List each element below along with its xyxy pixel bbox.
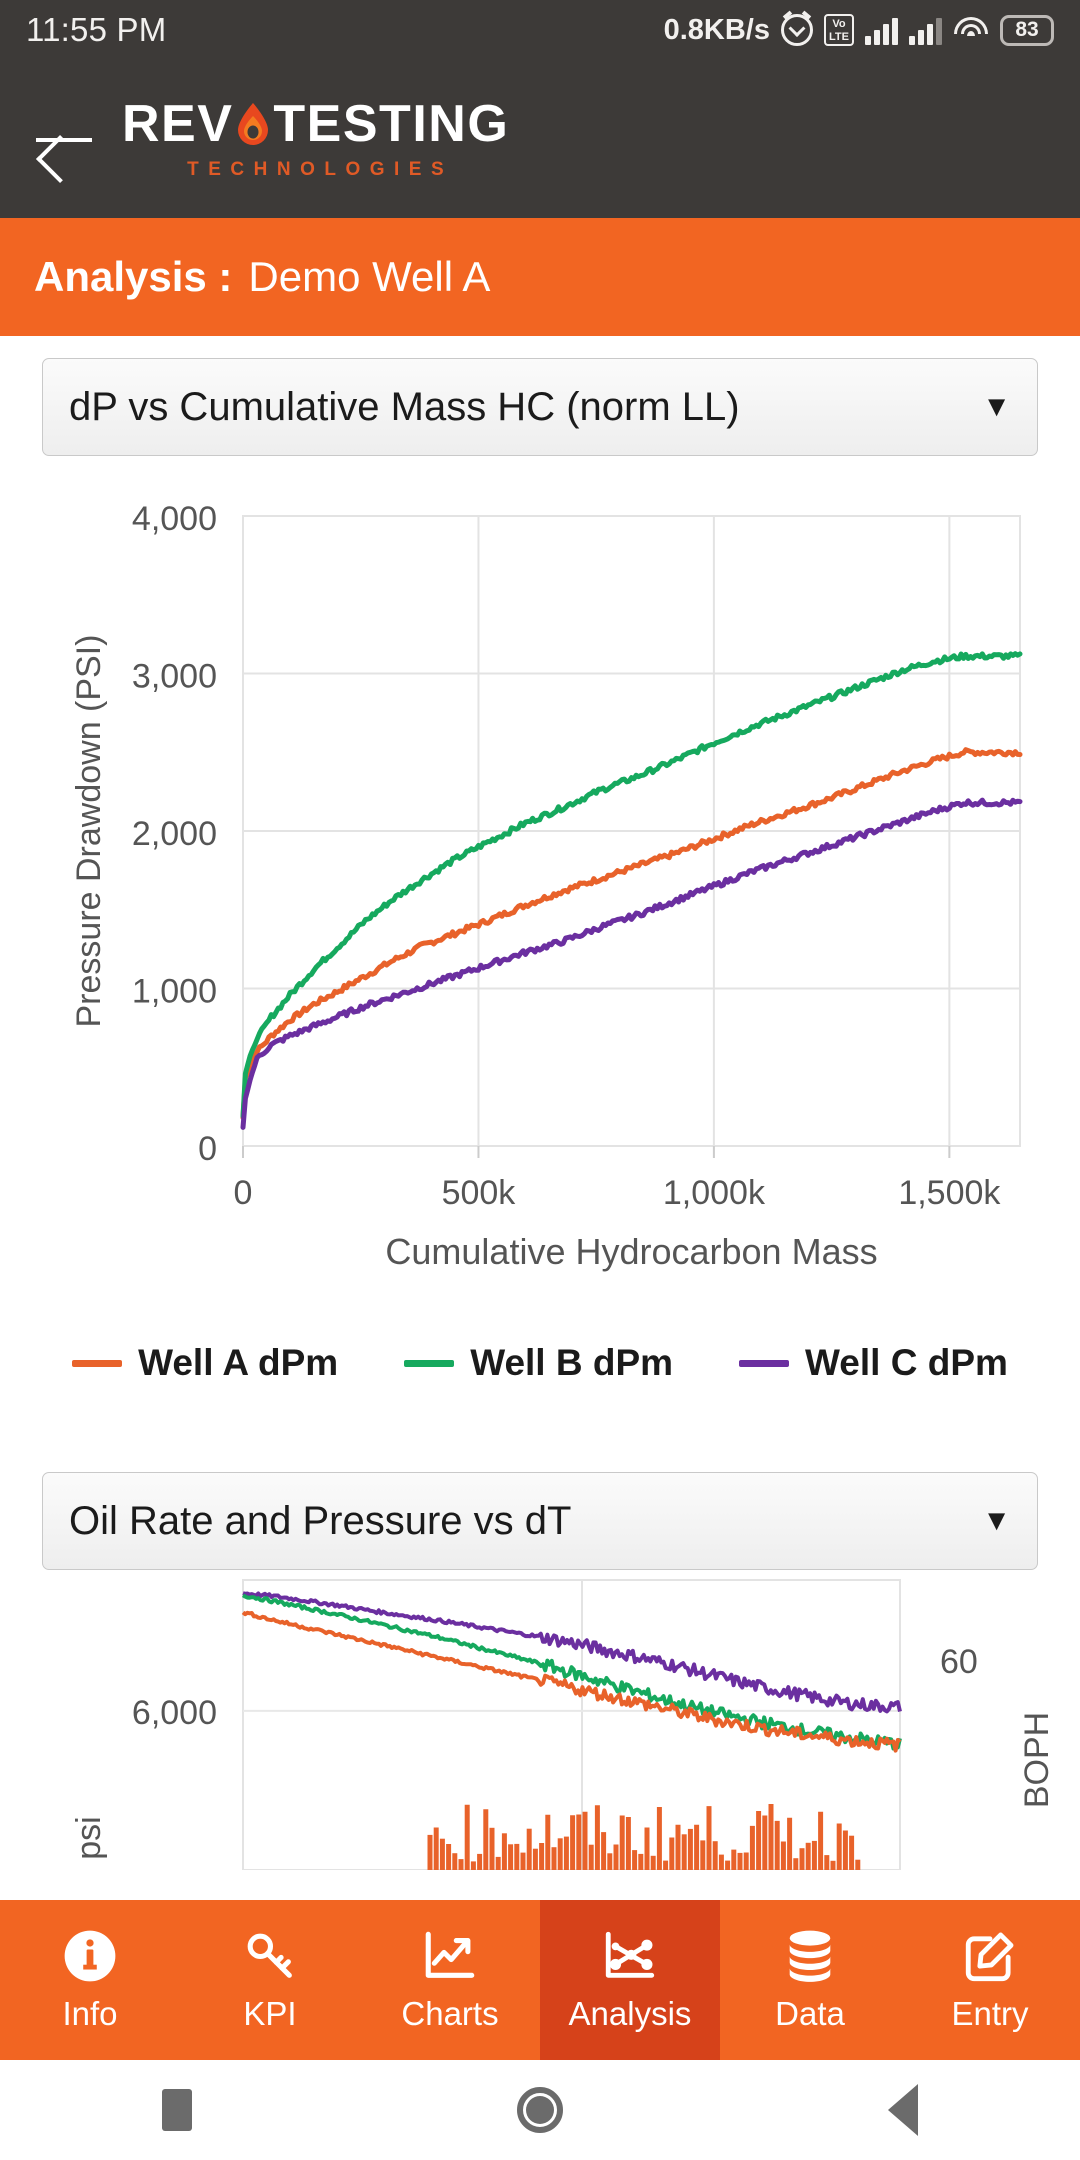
- nav-item-entry[interactable]: Entry: [900, 1900, 1080, 2060]
- chevron-down-icon: ▼: [982, 1504, 1011, 1537]
- nav-item-label: Data: [775, 1995, 845, 2032]
- info-circle-icon: [59, 1927, 121, 1985]
- svg-text:4,000: 4,000: [132, 500, 217, 538]
- brand-logo-title: REV TESTING: [122, 98, 509, 150]
- wifi-icon: [953, 15, 989, 45]
- svg-text:0: 0: [198, 1130, 217, 1168]
- page-title-value: Demo Well A: [248, 253, 491, 300]
- nav-item-label: Analysis: [568, 1995, 692, 2032]
- chart-2[interactable]: 6,000 9,000 60 90 psi BOPH: [0, 1570, 1080, 1870]
- status-time: 11:55 PM: [26, 11, 167, 48]
- chart-selector-1[interactable]: dP vs Cumulative Mass HC (norm LL) ▼: [42, 358, 1038, 456]
- svg-text:60: 60: [940, 1643, 978, 1681]
- chevron-down-icon: ▼: [982, 390, 1011, 423]
- bottom-navigation: Info KPI Charts Analysis Data Entry: [0, 1900, 1080, 2060]
- legend-swatch-icon: [404, 1359, 455, 1367]
- status-bar: 11:55 PM 0.8KB/s Vo LTE 83: [0, 0, 1080, 60]
- volte-icon: Vo LTE: [824, 14, 854, 46]
- legend-item[interactable]: Well A dPm: [72, 1342, 338, 1384]
- key-icon: [239, 1927, 301, 1985]
- legend-swatch-icon: [72, 1359, 123, 1367]
- chart-selector-1-value: dP vs Cumulative Mass HC (norm LL): [69, 384, 740, 429]
- nav-item-label: Charts: [401, 1995, 499, 2032]
- recents-square-icon[interactable]: [162, 2089, 193, 2131]
- nav-item-label: Info: [62, 1995, 118, 2032]
- svg-text:BOPH: BOPH: [1018, 1712, 1056, 1808]
- network-speed-label: 0.8KB/s: [663, 13, 770, 46]
- legend-label: Well A dPm: [138, 1342, 339, 1383]
- signal-bars-icon: [909, 15, 942, 45]
- battery-level: 83: [1015, 18, 1039, 41]
- chart-selector-2[interactable]: Oil Rate and Pressure vs dT ▼: [42, 1472, 1038, 1570]
- android-navigation-bar: [0, 2060, 1080, 2160]
- legend-label: Well B dPm: [470, 1342, 674, 1383]
- nav-item-label: Entry: [951, 1995, 1029, 2032]
- svg-text:1,500k: 1,500k: [898, 1174, 1001, 1212]
- chart-selector-1-wrap: dP vs Cumulative Mass HC (norm LL) ▼: [0, 336, 1080, 456]
- app-screen: 11:55 PM 0.8KB/s Vo LTE 83 REV TESTING T…: [0, 0, 1080, 2160]
- chart-2-canvas: 6,000 9,000 60 90 psi BOPH: [70, 1570, 1056, 1870]
- brand-logo: REV TESTING TECHNOLOGIES: [122, 98, 509, 181]
- svg-text:90: 90: [940, 1570, 978, 1576]
- brand-subtitle: TECHNOLOGIES: [187, 158, 454, 180]
- nav-item-data[interactable]: Data: [720, 1900, 900, 2060]
- database-icon: [779, 1927, 841, 1985]
- scatter-plot-icon: [599, 1927, 661, 1985]
- svg-text:0: 0: [234, 1174, 253, 1212]
- nav-item-info[interactable]: Info: [0, 1900, 180, 2060]
- page-title-label: Analysis :: [34, 253, 233, 300]
- chart-1[interactable]: 0 1,000 2,000 3,000 4,000 0 500k 1,000k 1,500k Pr…: [0, 456, 1080, 1336]
- nav-item-label: KPI: [243, 1995, 297, 2032]
- legend-label: Well C dPm: [805, 1342, 1008, 1383]
- back-arrow-icon[interactable]: [28, 102, 102, 176]
- svg-text:3,000: 3,000: [132, 658, 217, 696]
- svg-text:9,000: 9,000: [132, 1570, 217, 1573]
- svg-text:psi: psi: [70, 1816, 108, 1859]
- line-chart-icon: [419, 1927, 481, 1985]
- brand-text-testing: TESTING: [273, 94, 510, 153]
- page-title-bar: Analysis : Demo Well A: [0, 218, 1080, 336]
- nav-item-charts[interactable]: Charts: [360, 1900, 540, 2060]
- chart-1-legend: Well A dPm Well B dPm Well C dPm: [0, 1342, 1080, 1384]
- svg-text:500k: 500k: [442, 1174, 517, 1212]
- edit-square-icon: [959, 1927, 1021, 1985]
- signal-bars-icon: [865, 15, 898, 45]
- nav-item-kpi[interactable]: KPI: [180, 1900, 360, 2060]
- svg-text:6,000: 6,000: [132, 1694, 217, 1732]
- back-triangle-icon[interactable]: [887, 2084, 918, 2136]
- svg-text:Pressure Drawdown (PSI): Pressure Drawdown (PSI): [70, 634, 108, 1027]
- status-icons: 0.8KB/s Vo LTE 83: [664, 14, 1054, 47]
- svg-text:2,000: 2,000: [132, 815, 217, 853]
- alarm-icon: [781, 14, 813, 46]
- chart-1-canvas: 0 1,000 2,000 3,000 4,000 0 500k 1,000k 1,500k Pr…: [70, 500, 1023, 1272]
- legend-swatch-icon: [739, 1359, 790, 1367]
- legend-item[interactable]: Well B dPm: [404, 1342, 673, 1384]
- legend-item[interactable]: Well C dPm: [739, 1342, 1008, 1384]
- home-circle-icon[interactable]: [516, 2087, 563, 2133]
- app-bar: REV TESTING TECHNOLOGIES: [0, 60, 1080, 218]
- chart-selector-2-wrap: Oil Rate and Pressure vs dT ▼: [0, 1384, 1080, 1570]
- flame-droplet-icon: [236, 102, 270, 146]
- nav-item-analysis[interactable]: Analysis: [540, 1900, 720, 2060]
- svg-text:1,000: 1,000: [132, 973, 217, 1011]
- svg-text:1,000k: 1,000k: [663, 1174, 766, 1212]
- brand-text-rev: REV: [122, 94, 234, 153]
- svg-text:Cumulative Hydrocarbon Mass: Cumulative Hydrocarbon Mass: [385, 1231, 877, 1272]
- battery-icon: 83: [1000, 14, 1054, 46]
- chart-selector-2-value: Oil Rate and Pressure vs dT: [69, 1498, 572, 1543]
